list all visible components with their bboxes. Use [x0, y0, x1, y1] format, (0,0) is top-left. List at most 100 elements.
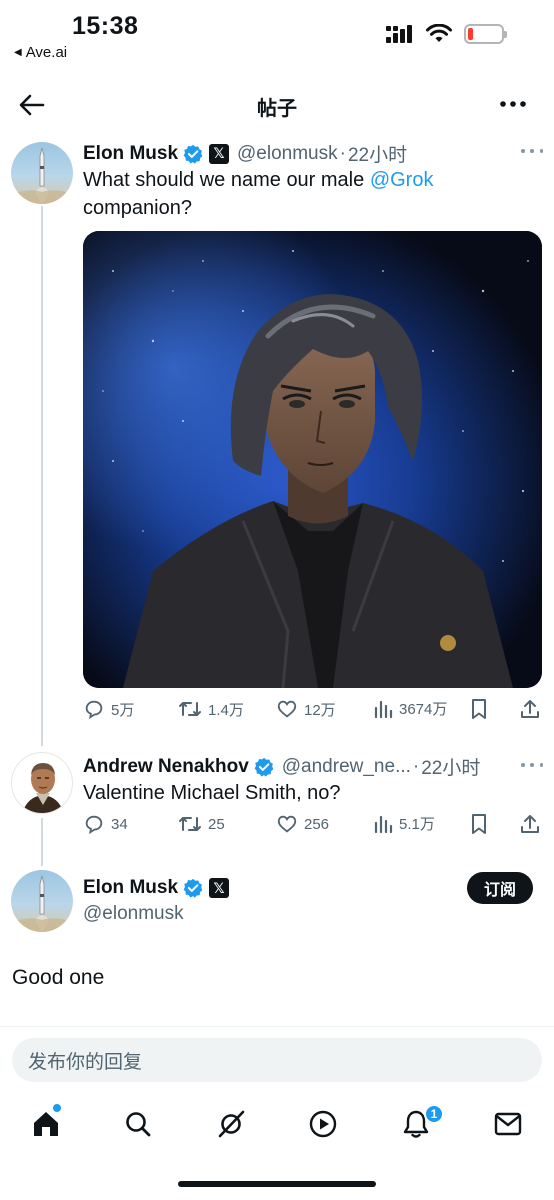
- thread-line: [41, 818, 43, 866]
- wifi-icon: [426, 24, 452, 42]
- views-button[interactable]: 3674万: [373, 698, 447, 719]
- retweet-icon: [179, 702, 201, 716]
- reply-icon: [85, 700, 103, 720]
- status-time: 15:38: [72, 12, 139, 40]
- tab-search[interactable]: [120, 1106, 156, 1142]
- retweet-button[interactable]: 25: [178, 813, 225, 835]
- reply-count: 34: [111, 815, 128, 833]
- more-options-button[interactable]: [498, 94, 528, 114]
- bookmark-button[interactable]: [469, 813, 489, 835]
- views-chart-icon: [374, 815, 393, 833]
- back-triangle-icon: ◀: [14, 47, 22, 58]
- messages-icon: [494, 1112, 522, 1136]
- divider: [0, 1026, 554, 1027]
- reply-count: 5万: [111, 701, 135, 719]
- tweet-author-row: Elon Musk 𝕏: [83, 877, 230, 899]
- view-count: 3674万: [399, 701, 448, 718]
- page-title: 帖子: [257, 98, 297, 120]
- mention-link[interactable]: @Grok: [370, 169, 434, 191]
- tweet-text-part: What should we name our male: [83, 169, 370, 191]
- heart-icon: [277, 700, 297, 718]
- tweet-actions: 34 25 256 5.1万: [83, 813, 545, 841]
- share-icon: [521, 700, 539, 718]
- thread-line: [41, 206, 43, 746]
- author-name[interactable]: Andrew Nenakhov: [83, 756, 249, 778]
- status-bar: 15:38 ◀ Ave.ai: [0, 0, 554, 70]
- author-handle: @elonmusk: [83, 903, 184, 924]
- retweet-button[interactable]: 1.4万: [178, 698, 244, 720]
- author-handle: @andrew_ne...: [281, 755, 411, 777]
- more-horizontal-icon: [500, 101, 526, 107]
- search-icon: [126, 1112, 151, 1137]
- x-affiliate-icon: 𝕏: [209, 878, 230, 898]
- video-icon: [309, 1110, 337, 1138]
- tweet-author-row: Andrew Nenakhov @andrew_ne... · 22小时: [83, 753, 480, 780]
- retweet-count: 25: [208, 815, 225, 833]
- like-count: 12万: [304, 701, 336, 719]
- author-name[interactable]: Elon Musk: [83, 143, 178, 165]
- tweet-text: What should we name our male @Grok compa…: [83, 166, 523, 222]
- cellular-signal-icon: [386, 25, 412, 43]
- view-count: 5.1万: [399, 816, 435, 833]
- retweet-icon: [179, 817, 201, 831]
- handle-row: @elonmusk: [83, 903, 184, 925]
- avatar-elon-musk[interactable]: [11, 870, 73, 932]
- author-handle: @elonmusk: [237, 142, 338, 164]
- reply-button[interactable]: 34: [83, 813, 128, 835]
- share-icon: [521, 815, 539, 833]
- views-chart-icon: [374, 700, 393, 718]
- share-button[interactable]: [519, 813, 541, 835]
- tab-video[interactable]: [305, 1106, 341, 1142]
- reply-button[interactable]: 5万: [83, 698, 134, 720]
- like-button[interactable]: 256: [276, 813, 329, 835]
- back-to-app-link[interactable]: ◀ Ave.ai: [14, 44, 67, 61]
- tweet-author-row: Elon Musk 𝕏 @elonmusk · 22小时: [83, 140, 407, 167]
- grok-icon: [218, 1110, 245, 1138]
- dot-separator: ·: [412, 755, 420, 777]
- tab-messages[interactable]: [490, 1106, 526, 1142]
- anime-character-illustration: [83, 231, 542, 688]
- bookmark-icon: [472, 699, 486, 719]
- status-indicators: [386, 24, 507, 44]
- verified-badge-icon: [254, 757, 274, 777]
- heart-icon: [277, 815, 297, 833]
- tweet-text: Valentine Michael Smith, no?: [83, 782, 341, 804]
- share-button[interactable]: [519, 698, 541, 720]
- tab-grok[interactable]: [213, 1106, 249, 1142]
- rocket-icon: [11, 875, 73, 932]
- tweet-more-icon[interactable]: [521, 146, 543, 156]
- tweet-time: 22小时: [347, 145, 408, 166]
- reply-input[interactable]: 发布你的回复: [12, 1038, 542, 1082]
- home-indicator: [178, 1181, 376, 1187]
- portrait-icon: [22, 763, 64, 813]
- tweet-text-part: companion?: [83, 197, 192, 219]
- verified-badge-icon: [183, 878, 203, 898]
- tweet-actions: 5万 1.4万 12万 3674万: [83, 698, 545, 726]
- rocket-icon: [11, 147, 73, 204]
- author-name[interactable]: Elon Musk: [83, 877, 178, 899]
- avatar-elon-musk[interactable]: [11, 142, 73, 204]
- bookmark-button[interactable]: [469, 698, 489, 720]
- battery-icon: [464, 24, 507, 44]
- tweet-text: Good one: [12, 966, 105, 989]
- home-icon: [34, 1112, 58, 1136]
- new-posts-indicator: [53, 1104, 61, 1112]
- back-app-label: Ave.ai: [25, 44, 68, 61]
- views-button[interactable]: 5.1万: [373, 813, 435, 834]
- tweet-more-icon[interactable]: [521, 760, 543, 770]
- post-header: 帖子: [0, 80, 554, 130]
- notification-count-badge: 1: [424, 1104, 444, 1124]
- bookmark-icon: [472, 814, 486, 834]
- like-count: 256: [304, 815, 330, 833]
- verified-badge-icon: [183, 144, 203, 164]
- dot-separator: ·: [339, 142, 346, 164]
- x-affiliate-icon: 𝕏: [209, 143, 230, 164]
- tweet-time: 22小时: [421, 758, 481, 779]
- reply-icon: [85, 815, 103, 835]
- subscribe-button[interactable]: 订阅: [467, 872, 533, 904]
- retweet-count: 1.4万: [208, 701, 244, 719]
- bottom-tab-bar: [0, 1096, 554, 1156]
- avatar-andrew-nenakhov[interactable]: [11, 752, 73, 814]
- like-button[interactable]: 12万: [276, 698, 336, 720]
- tweet-media-image[interactable]: [83, 231, 542, 688]
